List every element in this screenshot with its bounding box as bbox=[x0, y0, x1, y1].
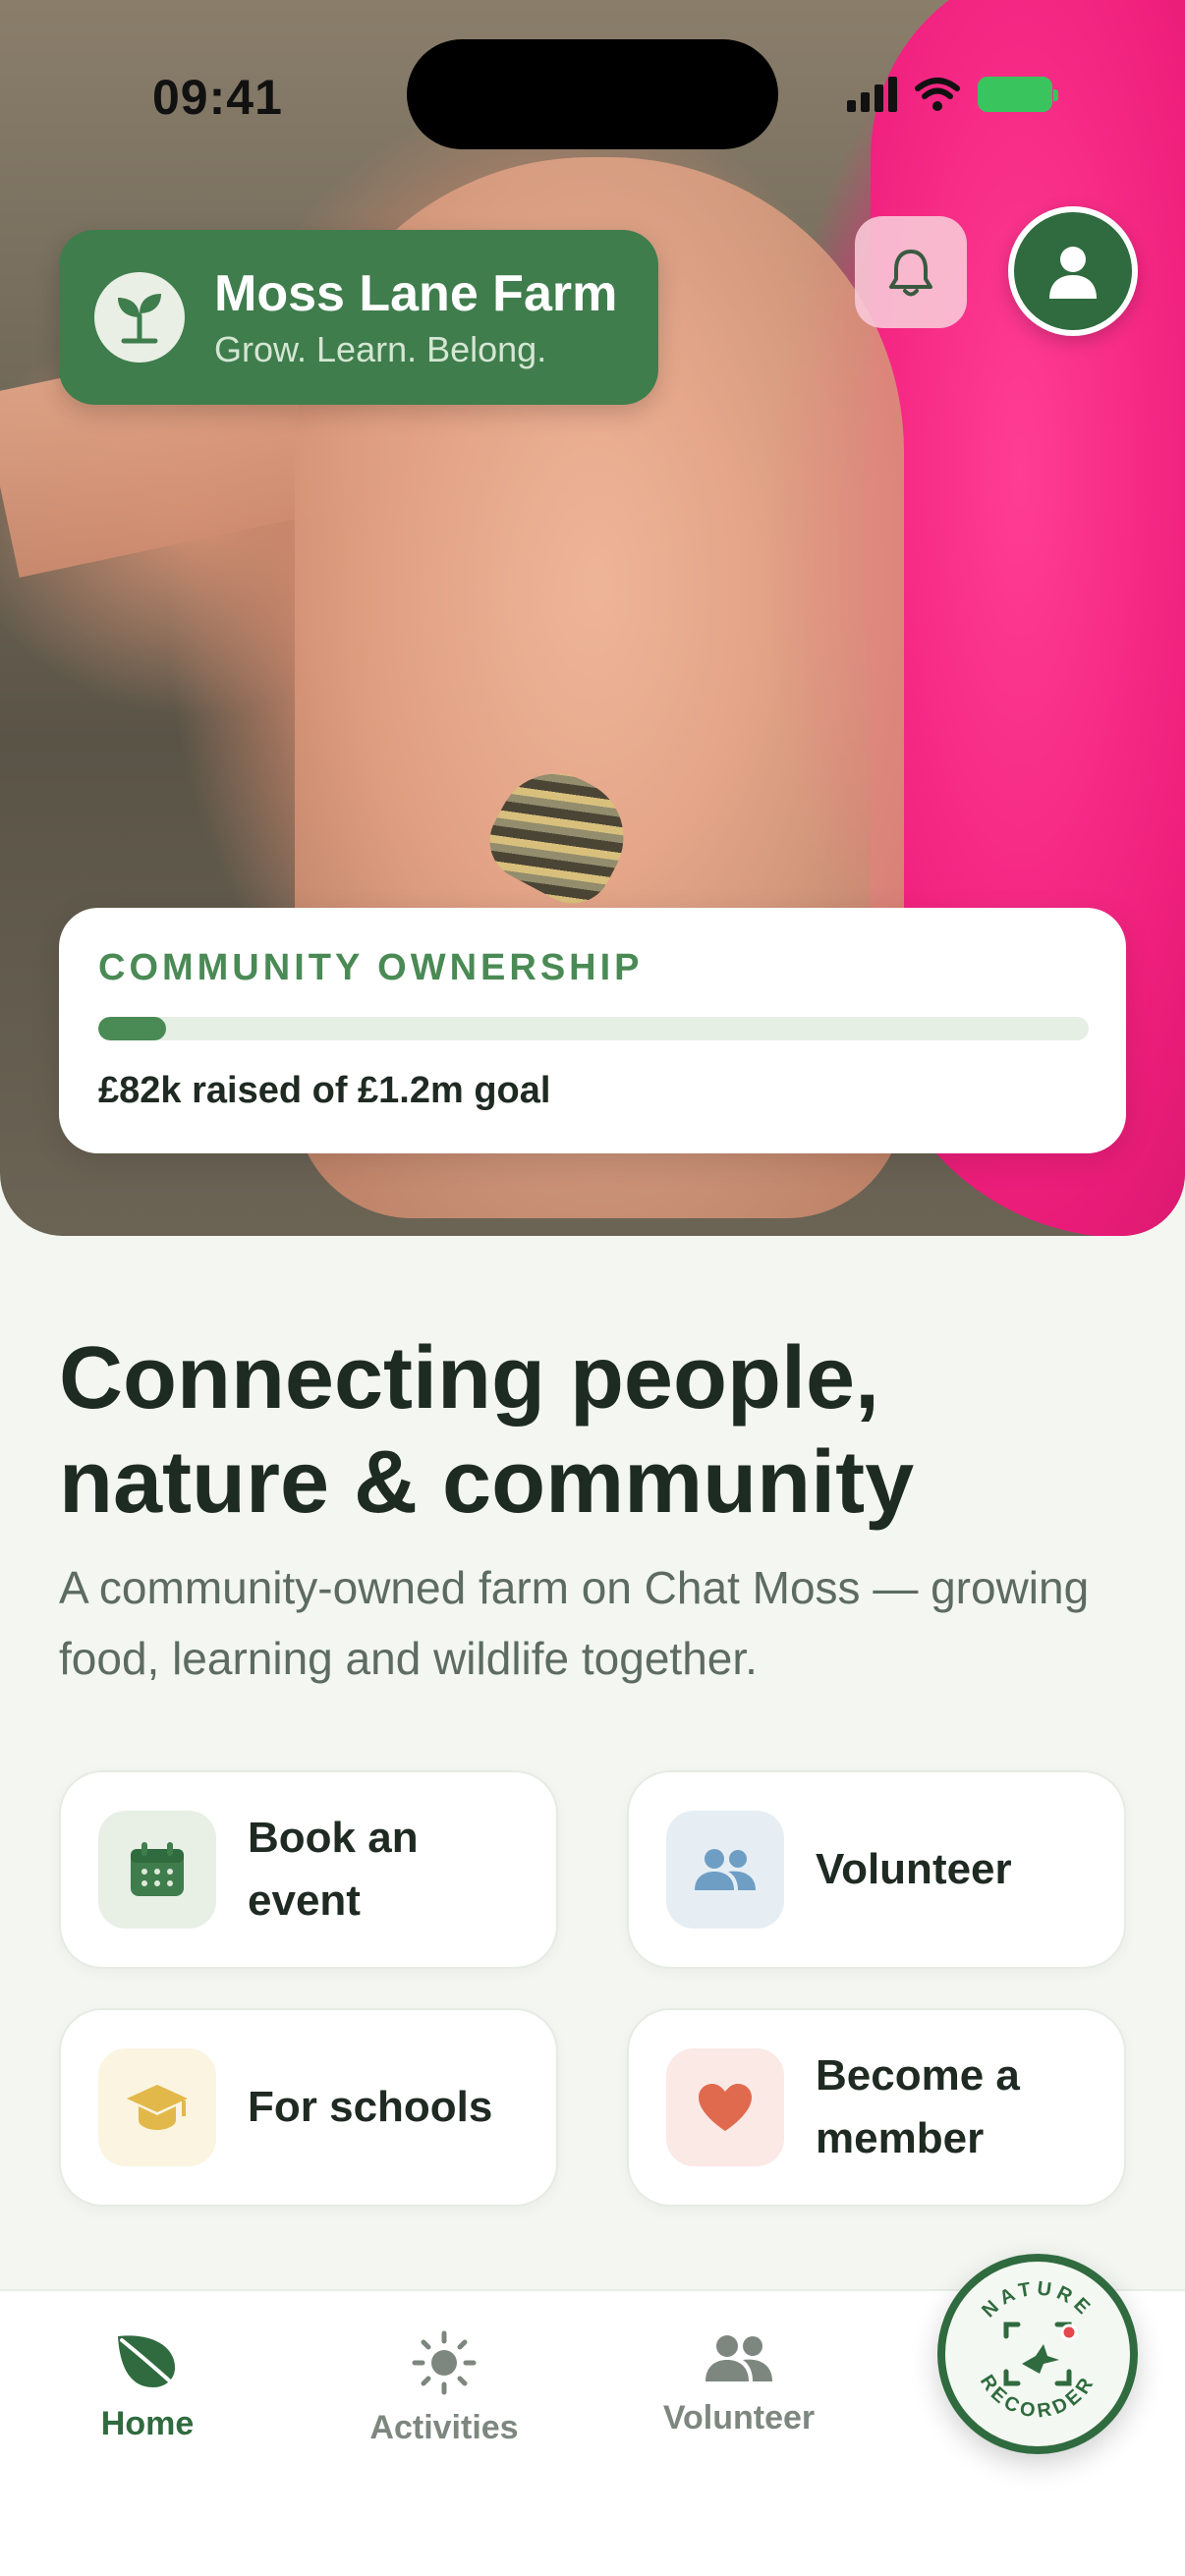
svg-text:NATURE: NATURE bbox=[978, 2277, 1097, 2322]
people-icon bbox=[705, 2335, 772, 2381]
brand-tagline: Grow. Learn. Belong. bbox=[214, 329, 547, 369]
headline-line-2: nature & community bbox=[59, 1433, 915, 1532]
brand-name: Moss Lane Farm bbox=[214, 265, 618, 322]
book-event-label: Book an event bbox=[248, 1814, 419, 1925]
ownership-label: COMMUNITY OWNERSHIP bbox=[98, 947, 644, 988]
status-time: 09:41 bbox=[152, 70, 283, 125]
for-schools-label: For schools bbox=[248, 2083, 493, 2131]
ownership-summary: £82k raised of £1.2m goal bbox=[98, 1070, 551, 1111]
wifi-icon bbox=[915, 78, 960, 111]
ownership-progress-bar bbox=[98, 1017, 1089, 1040]
battery-icon bbox=[978, 77, 1058, 112]
calendar-icon bbox=[98, 1811, 216, 1929]
person-icon bbox=[1049, 247, 1097, 299]
ownership-progress-fill bbox=[98, 1017, 166, 1040]
dynamic-island bbox=[407, 39, 778, 149]
headline-line-1: Connecting people, bbox=[59, 1329, 880, 1428]
brand-chip[interactable]: Moss Lane Farm Grow. Learn. Belong. bbox=[59, 230, 658, 405]
recorder-bottom-text: RECORDER bbox=[976, 2372, 1096, 2423]
record-dot-icon bbox=[1060, 2324, 1078, 2341]
page-subtext: A community-owned farm on Chat Moss — gr… bbox=[59, 1562, 1090, 1684]
people-icon bbox=[666, 1811, 784, 1929]
for-schools-button[interactable]: For schools bbox=[59, 2008, 558, 2207]
nav-home[interactable]: Home bbox=[39, 2330, 255, 2443]
nature-recorder-badge: NATURE RECORDER bbox=[976, 2277, 1100, 2423]
volunteer-button[interactable]: Volunteer bbox=[627, 1770, 1126, 1969]
graduation-cap-icon bbox=[98, 2048, 216, 2166]
volunteer-label: Volunteer bbox=[816, 1845, 1012, 1893]
sprout-icon bbox=[94, 272, 185, 363]
nav-activities-label: Activities bbox=[369, 2409, 519, 2446]
heart-icon bbox=[666, 2048, 784, 2166]
become-member-label: Become a member bbox=[816, 2051, 1020, 2162]
page-headline: Connecting people, nature & community bbox=[59, 1326, 1130, 1535]
bell-icon bbox=[889, 250, 932, 297]
sun-icon bbox=[412, 2330, 477, 2395]
status-icons bbox=[847, 77, 1058, 112]
recorder-top-text: NATURE bbox=[978, 2277, 1092, 2322]
nav-volunteer[interactable]: Volunteer bbox=[631, 2330, 847, 2437]
ownership-card[interactable]: COMMUNITY OWNERSHIP £82k raised of £1.2m… bbox=[59, 908, 1126, 1153]
svg-text:RECORDER: RECORDER bbox=[976, 2372, 1100, 2423]
profile-button[interactable] bbox=[1008, 206, 1138, 336]
leaf-icon bbox=[118, 2335, 181, 2391]
bird-icon bbox=[1022, 2344, 1059, 2374]
become-member-button[interactable]: Become a member bbox=[627, 2008, 1126, 2207]
nav-activities[interactable]: Activities bbox=[336, 2330, 552, 2447]
notifications-button[interactable] bbox=[855, 216, 967, 328]
nav-volunteer-label: Volunteer bbox=[662, 2399, 816, 2436]
brand-text: Moss Lane Farm Grow. Learn. Belong. bbox=[214, 264, 617, 370]
book-event-button[interactable]: Book an event bbox=[59, 1770, 558, 1969]
nature-recorder-button[interactable]: NATURE RECORDER bbox=[937, 2254, 1138, 2454]
nav-home-label: Home bbox=[100, 2405, 195, 2442]
signal-icon bbox=[847, 77, 897, 112]
